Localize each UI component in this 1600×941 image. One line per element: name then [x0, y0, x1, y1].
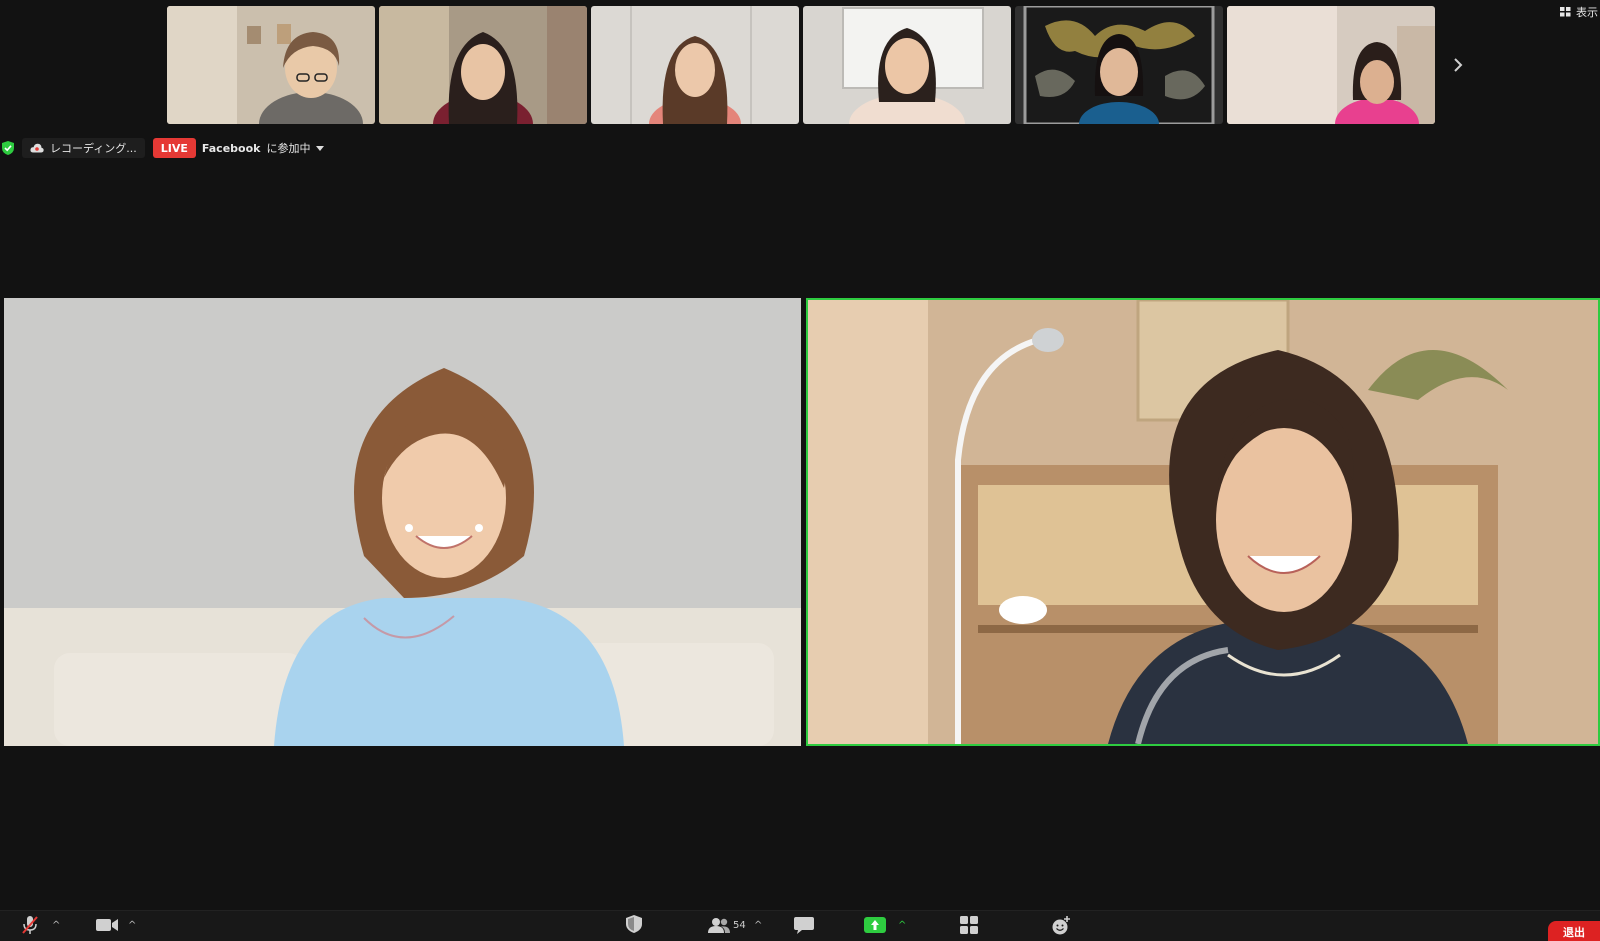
meeting-toolbar: ^ ^ 54 ^ ^ 退出: [0, 910, 1600, 941]
participant-video-main-left[interactable]: [4, 298, 801, 746]
participant-video-2[interactable]: [379, 6, 587, 124]
live-stream-indicator[interactable]: LIVE Facebook に参加中: [152, 138, 325, 158]
caret-up-icon: ^: [754, 920, 763, 931]
apps-button[interactable]: [960, 916, 978, 934]
video-options-button[interactable]: ^: [128, 920, 136, 931]
participants-count: 54: [733, 919, 746, 931]
video-button[interactable]: [96, 918, 118, 932]
view-switch-label: 表示: [1576, 6, 1598, 19]
participant-video-main-right-active-speaker[interactable]: [806, 298, 1600, 746]
caret-down-icon: [316, 145, 325, 151]
share-options-button[interactable]: ^: [898, 920, 906, 931]
video-camera-icon: [96, 919, 118, 931]
caret-up-icon: ^: [52, 920, 61, 931]
mute-button[interactable]: [22, 915, 38, 935]
microphone-muted-icon: [22, 916, 38, 934]
live-badge: LIVE: [152, 138, 196, 158]
participant-video-4[interactable]: [803, 6, 1011, 124]
participant-video-1[interactable]: [167, 6, 375, 124]
live-status: に参加中: [266, 142, 311, 155]
caret-up-icon: ^: [128, 920, 137, 931]
chevron-right-icon: [1454, 58, 1463, 72]
security-shield-icon[interactable]: [2, 141, 14, 155]
meeting-status-bar: レコーディング... LIVE Facebook に参加中: [0, 138, 325, 158]
participants-icon: [708, 918, 730, 933]
security-button[interactable]: [626, 915, 642, 933]
participant-video-6[interactable]: [1227, 6, 1435, 124]
caret-up-icon: ^: [898, 920, 907, 931]
view-switch-button[interactable]: 表示: [1560, 3, 1600, 21]
filmstrip-next-button[interactable]: [1446, 48, 1470, 82]
grid-view-icon: [1560, 7, 1571, 17]
shield-icon: [626, 915, 642, 933]
participant-video-5[interactable]: [1015, 6, 1223, 124]
reactions-button[interactable]: [1052, 916, 1071, 935]
apps-grid-icon: [960, 916, 978, 934]
share-screen-button[interactable]: [864, 917, 886, 933]
participant-video-3[interactable]: [591, 6, 799, 124]
chat-bubble-icon: [794, 917, 814, 934]
live-platform: Facebook: [201, 141, 261, 155]
share-screen-icon: [864, 917, 886, 933]
leave-meeting-button[interactable]: 退出: [1548, 921, 1600, 941]
cloud-recording-icon: [30, 143, 44, 153]
cloud-recording-indicator[interactable]: レコーディング...: [22, 138, 145, 158]
chat-button[interactable]: [794, 917, 814, 934]
recording-label: レコーディング...: [50, 142, 137, 155]
emoji-add-icon: [1052, 916, 1070, 935]
participants-options-button[interactable]: ^: [754, 920, 762, 931]
participants-button[interactable]: 54: [708, 917, 746, 933]
audio-options-button[interactable]: ^: [52, 920, 60, 931]
